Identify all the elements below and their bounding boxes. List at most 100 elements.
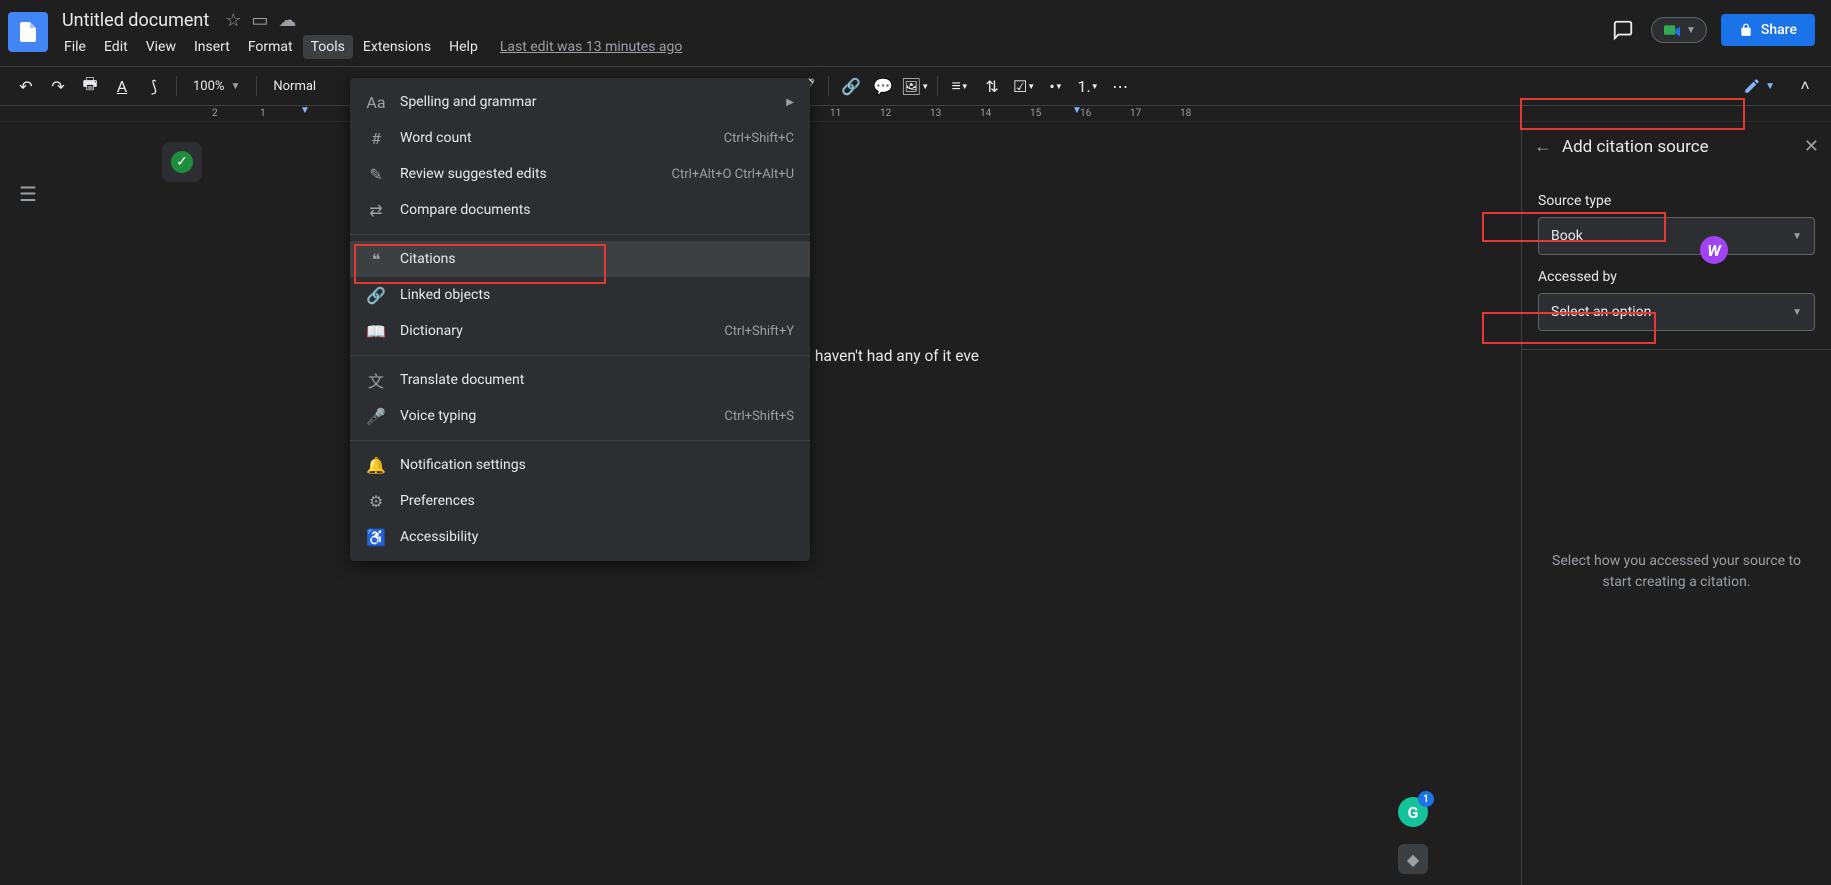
menu-separator	[350, 440, 810, 441]
menu-item-dictionary[interactable]: 📖 Dictionary Ctrl+Shift+Y	[350, 313, 810, 349]
menu-item-shortcut: Ctrl+Shift+S	[724, 409, 794, 424]
menu-item-icon: 文	[366, 370, 386, 390]
menu-item-translate-document[interactable]: 文 Translate document	[350, 362, 810, 398]
chevron-down-icon: ▼	[1792, 231, 1802, 242]
menu-item-label: Linked objects	[400, 287, 794, 303]
close-icon[interactable]: ✕	[1804, 136, 1819, 157]
insert-link-icon[interactable]: 🔗	[837, 72, 865, 100]
menu-item-icon: 📖	[366, 321, 386, 341]
align-icon[interactable]: ≡▼	[946, 72, 974, 100]
last-edit-link[interactable]: Last edit was 13 minutes ago	[500, 39, 683, 55]
menu-edit[interactable]: Edit	[96, 35, 136, 59]
docs-logo[interactable]	[8, 12, 48, 52]
back-arrow-icon[interactable]: ←	[1534, 136, 1552, 157]
g-letter: G	[1408, 803, 1419, 822]
menu-extensions[interactable]: Extensions	[355, 35, 439, 59]
style-value: Normal	[273, 79, 316, 94]
g-count: 1	[1418, 791, 1434, 807]
share-button[interactable]: Share	[1721, 14, 1815, 46]
collapse-toolbar-icon[interactable]: ˄	[1791, 72, 1819, 100]
ruler-tick: 18	[1180, 108, 1191, 119]
menu-item-label: Dictionary	[400, 323, 710, 339]
panel-hint-text: Select how you accessed your source to s…	[1538, 551, 1815, 593]
paragraph-style-select[interactable]: Normal	[265, 79, 324, 94]
panel-title: Add citation source	[1562, 137, 1794, 157]
menu-item-citations[interactable]: ❝Citations	[350, 241, 810, 277]
ruler-tick: 12	[880, 108, 891, 119]
title-area: Untitled document ☆ ▭ ☁ File Edit View I…	[56, 8, 1609, 59]
document-title[interactable]: Untitled document	[56, 8, 215, 33]
ruler-tick: 13	[930, 108, 941, 119]
insert-image-icon[interactable]: 🖼▼	[901, 72, 929, 100]
share-label: Share	[1761, 22, 1797, 38]
source-type-select[interactable]: Book ▼	[1538, 217, 1815, 255]
numbered-list-icon[interactable]: 1.▼	[1074, 72, 1102, 100]
summary-check-badge[interactable]: ✓	[162, 142, 202, 182]
bulleted-list-icon[interactable]: •▼	[1042, 72, 1070, 100]
meet-button[interactable]: ▼	[1651, 17, 1707, 43]
left-gutter: ☰	[0, 122, 56, 885]
grammarly-badge[interactable]: G 1	[1398, 797, 1428, 827]
zoom-select[interactable]: 100%▼	[185, 79, 248, 94]
menu-item-voice-typing[interactable]: 🎤Voice typingCtrl+Shift+S	[350, 398, 810, 434]
ruler-tick: 14	[980, 108, 991, 119]
menu-item-icon: ⚙	[366, 491, 386, 511]
menu-item-review-suggested-edits[interactable]: ✎Review suggested editsCtrl+Alt+O Ctrl+A…	[350, 156, 810, 192]
ruler-tick: 1	[260, 108, 266, 119]
menubar: File Edit View Insert Format Tools Exten…	[56, 35, 1609, 59]
ruler-tick: 17	[1130, 108, 1141, 119]
menu-item-icon: 🔔	[366, 455, 386, 475]
line-spacing-icon[interactable]: ⇅	[978, 72, 1006, 100]
menu-item-label: Preferences	[400, 493, 794, 509]
add-comment-icon[interactable]: 💬	[869, 72, 897, 100]
w-badge[interactable]: W	[1700, 236, 1728, 264]
menu-item-notification-settings[interactable]: 🔔 Notification settings	[350, 447, 810, 483]
menu-help[interactable]: Help	[441, 35, 486, 59]
star-icon[interactable]: ☆	[225, 10, 241, 31]
menu-item-linked-objects[interactable]: 🔗Linked objects	[350, 277, 810, 313]
citations-panel: ← Add citation source ✕ Source type Book…	[1521, 122, 1831, 885]
ruler-tick: 11	[830, 108, 841, 119]
separator	[1522, 349, 1831, 350]
redo-icon[interactable]: ↷	[44, 72, 72, 100]
indent-marker-icon[interactable]: ▼	[300, 105, 310, 116]
ruler[interactable]: 2 1 ▼ 11 12 13 14 15 16 17 18 ▼	[0, 106, 1831, 122]
outline-icon[interactable]: ☰	[19, 182, 37, 206]
menu-item-label: Spelling and grammar	[400, 94, 772, 110]
menu-item-word-count[interactable]: #Word countCtrl+Shift+C	[350, 120, 810, 156]
menu-tools[interactable]: Tools	[303, 35, 353, 59]
toolbar: ↶ ↷ 🖶 A ⟆ 100%▼ Normal 🖊 🔗 💬 🖼▼ ≡▼ ⇅ ☑▼ …	[0, 66, 1831, 106]
spellcheck-icon[interactable]: A	[108, 72, 136, 100]
checklist-icon[interactable]: ☑▼	[1010, 72, 1038, 100]
menu-item-label: Review suggested edits	[400, 166, 658, 182]
menu-file[interactable]: File	[56, 35, 94, 59]
ruler-tick: 15	[1030, 108, 1041, 119]
menu-insert[interactable]: Insert	[186, 35, 238, 59]
menu-item-compare-documents[interactable]: ⇄Compare documents	[350, 192, 810, 228]
menu-item-icon: #	[366, 128, 386, 148]
explore-button[interactable]: ◆	[1398, 844, 1428, 874]
accessed-by-value: Select an option	[1551, 304, 1651, 320]
menu-item-spelling-and-grammar[interactable]: AaSpelling and grammar▶	[350, 84, 810, 120]
accessed-by-select[interactable]: Select an option ▼	[1538, 293, 1815, 331]
source-type-value: Book	[1551, 228, 1583, 244]
paint-format-icon[interactable]: ⟆	[140, 72, 168, 100]
editing-mode-button[interactable]: ▼	[1743, 77, 1775, 95]
indent-marker-icon[interactable]: ▼	[1072, 105, 1082, 116]
menu-item-label: Translate document	[400, 372, 794, 388]
submenu-arrow-icon: ▶	[786, 97, 794, 108]
separator	[828, 76, 829, 96]
menu-item-preferences[interactable]: ⚙ Preferences	[350, 483, 810, 519]
move-icon[interactable]: ▭	[251, 10, 268, 31]
menu-item-accessibility[interactable]: ♿Accessibility	[350, 519, 810, 555]
cloud-status-icon[interactable]: ☁	[278, 10, 296, 31]
menu-view[interactable]: View	[138, 35, 184, 59]
more-icon[interactable]: ⋯	[1106, 72, 1134, 100]
undo-icon[interactable]: ↶	[12, 72, 40, 100]
print-icon[interactable]: 🖶	[76, 72, 104, 100]
menu-item-label: Compare documents	[400, 202, 794, 218]
menu-item-shortcut: Ctrl+Shift+Y	[724, 324, 794, 339]
menu-item-label: Notification settings	[400, 457, 794, 473]
comments-icon[interactable]	[1609, 16, 1637, 44]
menu-format[interactable]: Format	[240, 35, 301, 59]
